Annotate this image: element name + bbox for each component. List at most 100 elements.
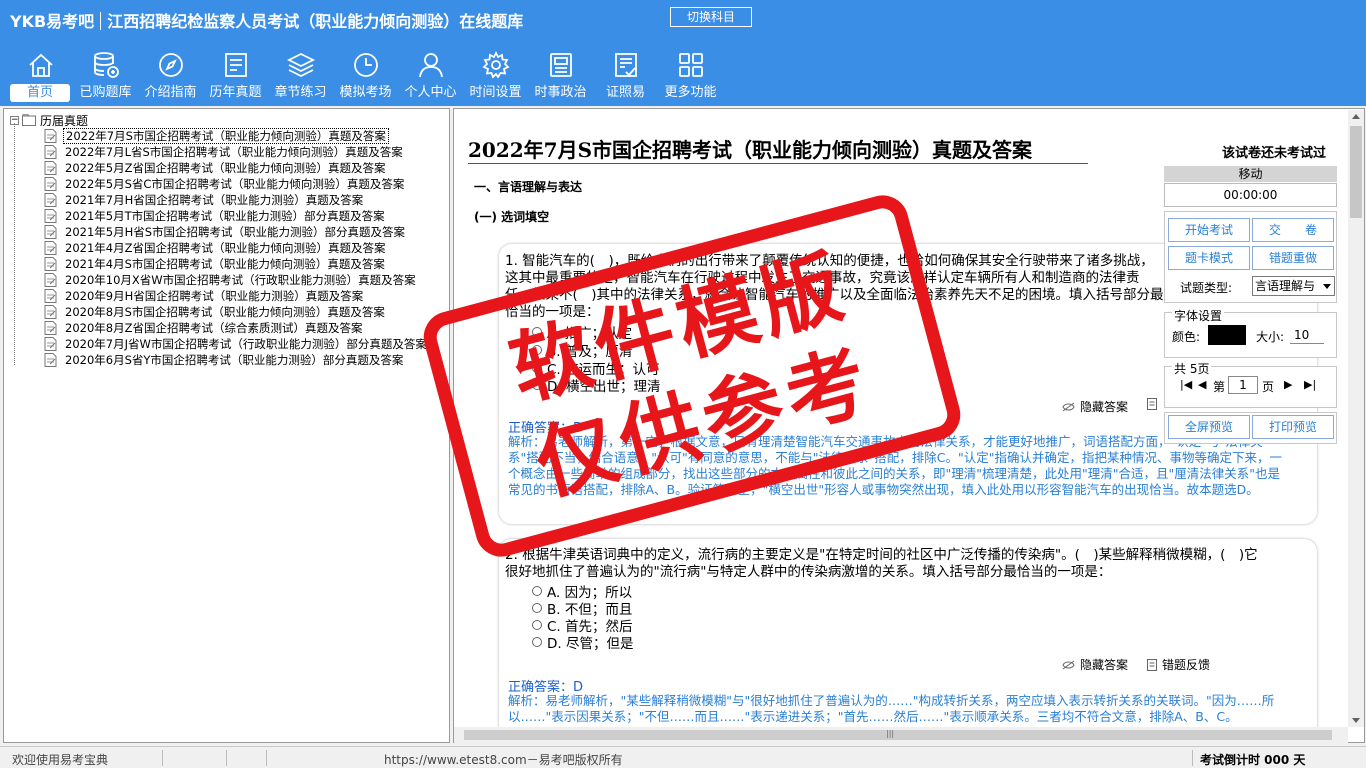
document-icon	[44, 161, 57, 175]
option-b[interactable]: B. 不但；而且	[532, 599, 632, 618]
redo-wrong-button[interactable]: 错题重做	[1252, 246, 1334, 270]
tree-item-label: 2022年7月L省S市国企招聘考试（职业能力倾向测验）真题及答案	[65, 145, 403, 159]
tree-root[interactable]: − 历届真题	[10, 112, 88, 128]
radio-button[interactable]	[532, 636, 542, 647]
option-a[interactable]: A. 因为；所以	[532, 582, 632, 601]
next-page-button[interactable]: ▶	[1284, 378, 1292, 391]
option-b[interactable]: B. 普及；厘清	[532, 341, 632, 360]
tree-item[interactable]: 2020年8月S市国企招聘考试（职业能力倾向测验）真题及答案	[44, 304, 387, 320]
tree-item[interactable]: 2021年7月H省国企招聘考试（职业能力测验）真题及答案	[44, 192, 365, 208]
horizontal-scrollbar[interactable]: |||	[454, 727, 1348, 743]
scroll-thumb[interactable]	[1350, 126, 1362, 218]
radio-button[interactable]	[532, 362, 542, 373]
question-type-select[interactable]: 言语理解与	[1252, 276, 1335, 296]
document-list-icon	[224, 53, 247, 77]
nav-home-label: 首页	[10, 84, 70, 102]
radio-button[interactable]	[532, 379, 542, 390]
tree-item[interactable]: 2021年4月S市国企招聘考试（职业能力倾向测验）真题及答案	[44, 256, 387, 272]
font-color-swatch[interactable]	[1208, 325, 1246, 345]
scroll-down-icon[interactable]	[1352, 718, 1360, 723]
option-c[interactable]: C. 应运而生；认可	[532, 359, 660, 378]
card-mode-button[interactable]: 题卡模式	[1168, 246, 1250, 270]
answer-explanation: 解析：易老师解析，"某些解释稍微模糊"与"很好地抓住了普遍认为的……"构成转折关…	[508, 693, 1275, 724]
fullscreen-preview-button[interactable]: 全屏预览	[1168, 415, 1250, 439]
option-a[interactable]: A. 推广；认定	[532, 323, 633, 342]
nav-past-papers[interactable]: 历年真题	[203, 48, 268, 104]
hide-answer-button[interactable]: 隐藏答案	[1062, 398, 1128, 415]
start-exam-button[interactable]: 开始考试	[1168, 218, 1250, 242]
welcome-text: 欢迎使用易考宝典	[12, 753, 109, 767]
nav-home[interactable]: 首页	[8, 48, 73, 104]
layers-icon	[286, 52, 315, 78]
scroll-grip-icon: |||	[886, 729, 895, 738]
gear-icon	[481, 50, 510, 79]
nav-more-label: 更多功能	[664, 85, 717, 100]
first-page-button[interactable]: |◀	[1180, 378, 1192, 391]
tree-item[interactable]: 2020年7月J省W市国企招聘考试（行政职业能力测验）部分真题及答案	[44, 336, 429, 352]
tree-item-label: 2022年5月Z省国企招聘考试（职业能力倾向测验）真题及答案	[65, 161, 386, 175]
tree-item-label: 2021年7月H省国企招聘考试（职业能力测验）真题及答案	[65, 193, 364, 207]
nav-time-settings-label: 时间设置	[469, 85, 522, 100]
page-suffix: 页	[1262, 380, 1275, 394]
radio-button[interactable]	[532, 585, 542, 596]
nav-time-settings[interactable]: 时间设置	[463, 48, 528, 104]
prev-page-button[interactable]: ◀	[1198, 378, 1206, 391]
hide-answer-label: 隐藏答案	[1080, 658, 1129, 672]
option-d[interactable]: D. 尽管；但是	[532, 633, 633, 652]
feedback-button[interactable]: 错题反馈	[1147, 656, 1210, 673]
nav-certificate-label: 证照易	[605, 85, 645, 100]
radio-button[interactable]	[532, 344, 542, 355]
nav-personal-center[interactable]: 个人中心	[398, 48, 463, 104]
tree-item[interactable]: 2020年10月X省W市国企招聘考试（行政职业能力测验）真题及答案	[44, 272, 418, 288]
collapse-toggle[interactable]: −	[10, 115, 19, 125]
hide-answer-button[interactable]: 隐藏答案	[1062, 656, 1128, 673]
tree-item[interactable]: 2022年5月S省C市国企招聘考试（职业能力倾向测验）真题及答案	[44, 176, 406, 192]
nav-guide-label: 介绍指南	[144, 85, 197, 100]
radio-button[interactable]	[532, 326, 542, 337]
nav-more[interactable]: 更多功能	[658, 48, 723, 104]
tree-item[interactable]: 2022年5月Z省国企招聘考试（职业能力倾向测验）真题及答案	[44, 160, 387, 176]
nav-mock-exam[interactable]: 模拟考场	[333, 48, 398, 104]
subsection-title: (一) 选词填空	[474, 210, 550, 224]
news-icon	[549, 53, 572, 77]
tree-item[interactable]: 2020年6月S省Y市国企招聘考试（职业能力测验）部分真题及答案	[44, 352, 405, 368]
question-type-label: 试题类型:	[1180, 281, 1233, 295]
answer-explanation: 解析：易老师解析，第一空，根据文意，只有理清楚智能汽车交通事故中的法律关系，才能…	[508, 434, 1282, 497]
tree-item-label: 2020年10月X省W市国企招聘考试（行政职业能力测验）真题及答案	[65, 273, 416, 287]
app-title: 江西招聘纪检监察人员考试（职业能力倾向测验）在线题库	[107, 12, 524, 31]
tree-item[interactable]: 2021年5月H省S市国企招聘考试（职业能力测验）部分真题及答案	[44, 224, 407, 240]
option-label: A. 推广；认定	[547, 325, 633, 342]
tree-item-label: 2020年8月S市国企招聘考试（职业能力倾向测验）真题及答案	[65, 305, 385, 319]
submit-button[interactable]: 交 卷	[1252, 218, 1334, 242]
vertical-scrollbar[interactable]	[1348, 110, 1364, 727]
nav-guide[interactable]: 介绍指南	[138, 48, 203, 104]
nav-current-affairs[interactable]: 时事政治	[528, 48, 593, 104]
feedback-button[interactable]	[1147, 398, 1162, 410]
tree-item[interactable]: 2021年5月T市国企招聘考试（职业能力测验）部分真题及答案	[44, 208, 387, 224]
page-number-input[interactable]	[1228, 376, 1258, 394]
radio-button[interactable]	[532, 619, 542, 630]
option-c[interactable]: C. 首先；然后	[532, 616, 633, 635]
tree-item-label: 2021年4月Z省国企招聘考试（职业能力倾向测验）真题及答案	[65, 241, 386, 255]
feedback-label: 错题反馈	[1162, 658, 1211, 672]
scroll-thumb[interactable]	[464, 730, 1332, 740]
tree-item[interactable]: 2020年8月Z省国企招聘考试（综合素质测试）真题及答案	[44, 320, 364, 336]
database-icon	[93, 52, 119, 78]
option-d[interactable]: D. 横空出世；理清	[532, 376, 660, 395]
document-icon	[44, 177, 57, 191]
tree-item[interactable]: 2020年9月H省国企招聘考试（职业能力测验）真题及答案	[44, 288, 365, 304]
tree-item-label: 2021年5月H省S市国企招聘考试（职业能力测验）部分真题及答案	[65, 225, 406, 239]
last-page-button[interactable]: ▶|	[1304, 378, 1316, 391]
tree-item[interactable]: 2022年7月L省S市国企招聘考试（职业能力倾向测验）真题及答案	[44, 144, 405, 160]
font-size-input[interactable]	[1290, 326, 1324, 344]
nav-purchased[interactable]: 已购题库	[73, 48, 138, 104]
tree-item[interactable]: 2022年7月S市国企招聘考试（职业能力倾向测验）真题及答案	[44, 128, 389, 144]
switch-subject-button[interactable]: 切换科目	[670, 7, 752, 27]
radio-button[interactable]	[532, 602, 542, 613]
scroll-up-icon[interactable]	[1352, 114, 1360, 119]
print-preview-button[interactable]: 打印预览	[1252, 415, 1334, 439]
nav-certificate[interactable]: 证照易	[593, 48, 658, 104]
move-handle[interactable]: 移动	[1164, 166, 1337, 182]
nav-chapter-practice[interactable]: 章节练习	[268, 48, 333, 104]
tree-item[interactable]: 2021年4月Z省国企招聘考试（职业能力倾向测验）真题及答案	[44, 240, 387, 256]
